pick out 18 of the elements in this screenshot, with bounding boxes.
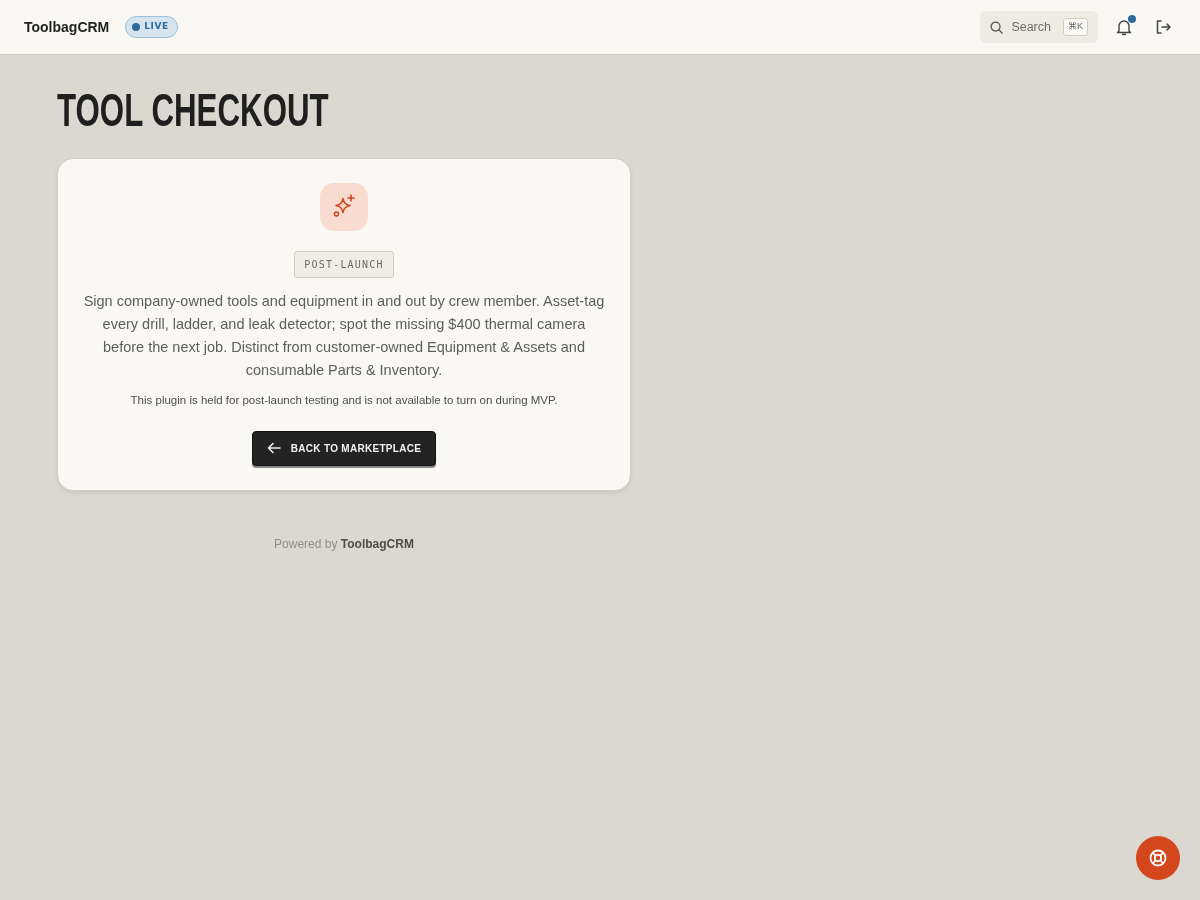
- help-button[interactable]: [1136, 836, 1180, 880]
- arrow-left-icon: [266, 442, 281, 455]
- powered-by-text: Powered by ToolbagCRM: [273, 535, 415, 553]
- brand-name[interactable]: ToolbagCRM: [24, 16, 110, 38]
- bell-icon: [1114, 17, 1134, 37]
- search-button[interactable]: Search ⌘K: [980, 11, 1098, 43]
- status-dot-icon: [132, 23, 141, 31]
- search-icon: [990, 20, 1004, 34]
- post-launch-tag: POST-LAUNCH: [294, 250, 394, 278]
- logout-icon: [1154, 18, 1172, 36]
- lifebuoy-icon: [1148, 848, 1168, 868]
- availability-note: This plugin is held for post-launch testing and is not available to turn on during MVP.: [129, 392, 559, 408]
- sparkle-icon: [320, 182, 368, 231]
- back-button[interactable]: BACK TO MARKETPLACE: [251, 430, 437, 466]
- page-title: TOOL CHECKOUT: [57, 85, 329, 136]
- plugin-description: Sign company-owned tools and equipment in and out by crew member. Asset-tag every drill, ladder, and leak detector; spot the missing $400 thermal camera before the next job. Distinct from customer-owned Equipment & Assets and consumable Parts & Inventory.: [82, 291, 606, 380]
- live-status-badge: LIVE: [125, 16, 178, 38]
- shortcut-key: ⌘K: [1063, 18, 1088, 36]
